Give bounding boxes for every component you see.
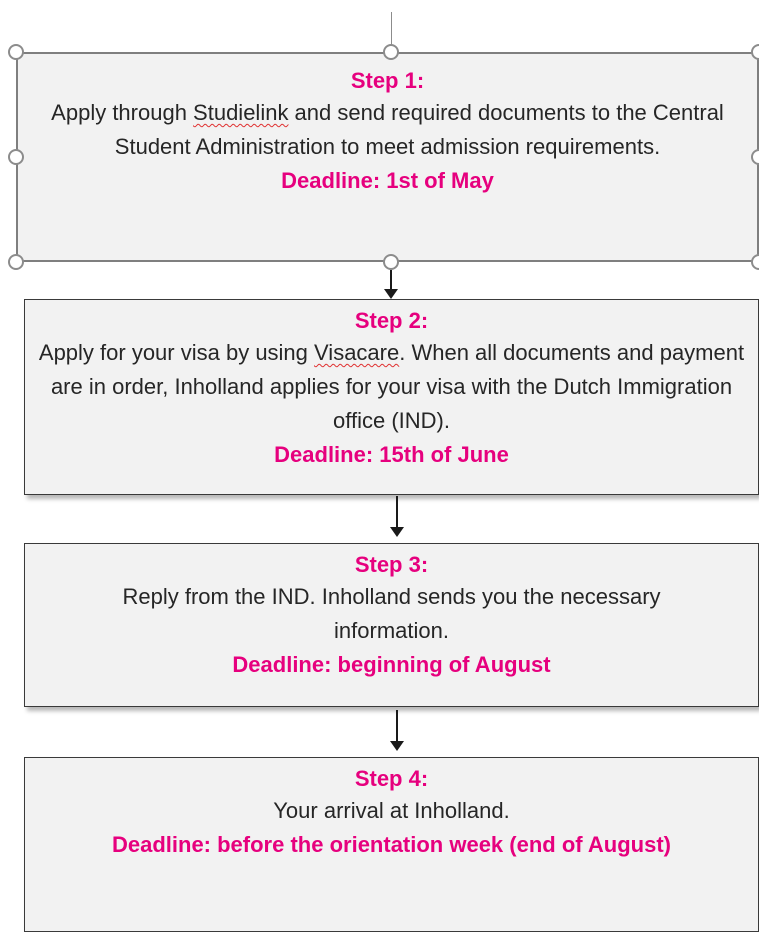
spellcheck-word-visacare: Visacare (314, 340, 400, 365)
step-2-title: Step 2: (354, 308, 429, 333)
step-4-box[interactable]: Step 4: Your arrival at Inholland. Deadl… (24, 757, 759, 932)
resize-handle-bottom-left[interactable] (8, 254, 24, 270)
connector-arrow-2-3 (396, 496, 398, 528)
connector-arrow-1-2 (390, 270, 392, 290)
step-3-description: Reply from the IND. Inholland sends you … (122, 584, 661, 643)
step-4-deadline: Deadline: before the orientation week (e… (111, 832, 671, 857)
resize-handle-bottom-right[interactable] (751, 254, 759, 270)
step-1-title: Step 1: (350, 68, 425, 93)
step-4-description: Your arrival at Inholland. (273, 798, 510, 823)
step-3-box[interactable]: Step 3: Reply from the IND. Inholland se… (24, 543, 759, 707)
step-1-box[interactable]: Step 1: Apply through Studielink and sen… (16, 52, 759, 262)
arrow-head-icon (390, 527, 404, 537)
resize-handle-top-left[interactable] (8, 44, 24, 60)
arrow-head-icon (390, 741, 404, 751)
step-4-title: Step 4: (354, 766, 429, 791)
step-2-description: Apply for your visa by using Visacare. W… (38, 340, 745, 433)
spellcheck-word-studielink: Studielink (193, 100, 289, 125)
step-2-box[interactable]: Step 2: Apply for your visa by using Vis… (24, 299, 759, 495)
resize-handle-middle-left[interactable] (8, 149, 24, 165)
resize-handle-top-center[interactable] (383, 44, 399, 60)
step-2-deadline: Deadline: 15th of June (274, 442, 509, 467)
arrow-head-icon (384, 289, 398, 299)
flowchart-canvas: Step 1: Apply through Studielink and sen… (0, 0, 759, 932)
step-1-deadline: Deadline: 1st of May (281, 168, 494, 193)
resize-handle-bottom-center[interactable] (383, 254, 399, 270)
step-1-description: Apply through Studielink and send requir… (51, 100, 724, 159)
connector-arrow-3-4 (396, 710, 398, 742)
step-3-title: Step 3: (354, 552, 429, 577)
step-3-deadline: Deadline: beginning of August (232, 652, 551, 677)
